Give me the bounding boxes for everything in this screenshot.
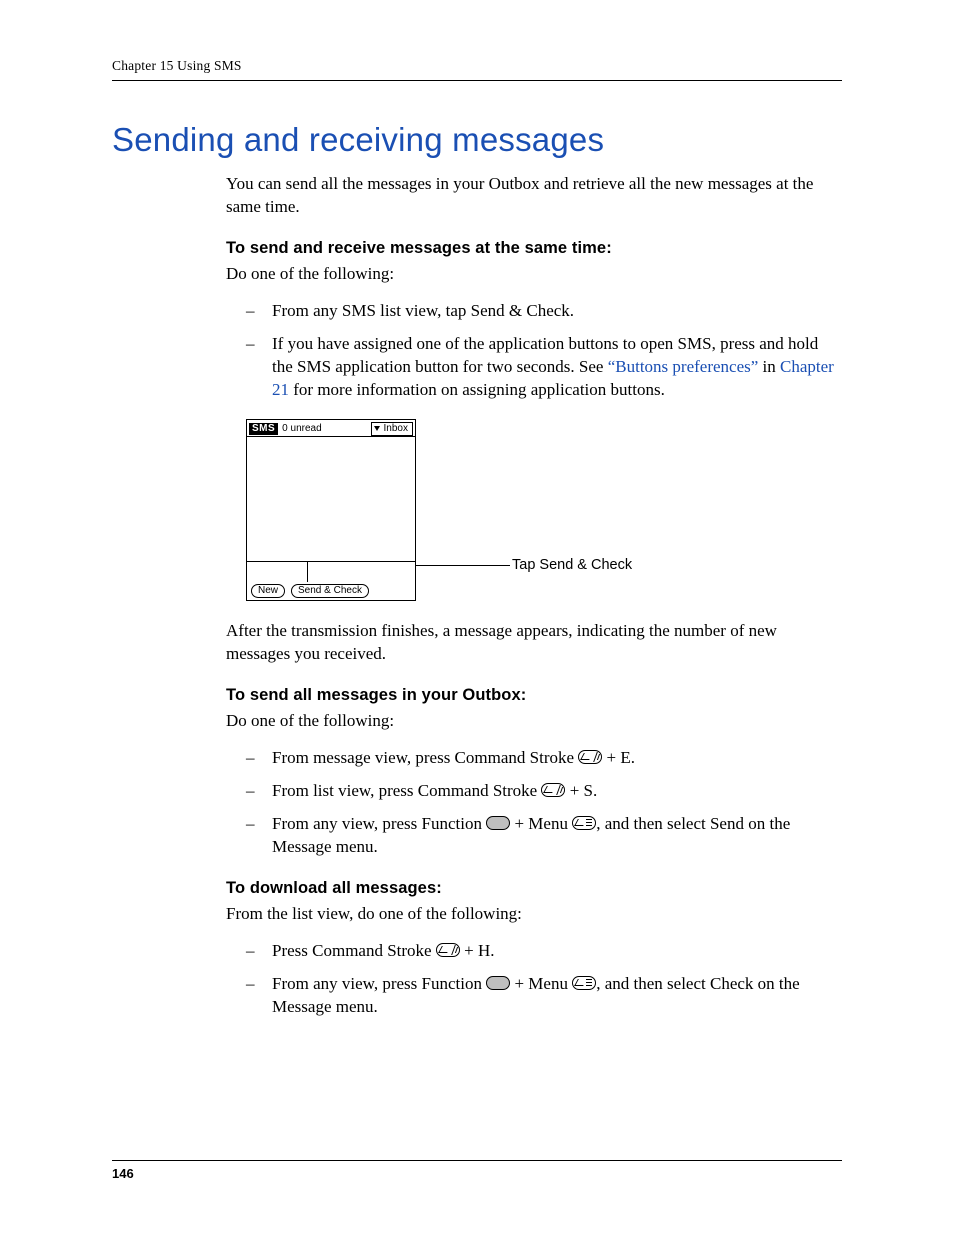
list-item-text: From message view, press Command Stroke xyxy=(272,748,578,767)
figure: SMS 0 unread Inbox New Send & Check Tap … xyxy=(246,420,842,600)
list-item: From message view, press Command Stroke … xyxy=(246,747,842,770)
list-item-text: + H. xyxy=(460,941,495,960)
list-item: From any SMS list view, tap Send & Check… xyxy=(246,300,842,323)
list-item-text: + Menu xyxy=(510,974,572,993)
new-button[interactable]: New xyxy=(251,584,285,598)
callout-label: Tap Send & Check xyxy=(512,556,632,576)
divider xyxy=(247,436,415,437)
footer-rule xyxy=(112,1160,842,1161)
list-item: From list view, press Command Stroke + S… xyxy=(246,780,842,803)
procedure-lead: Do one of the following: xyxy=(226,710,842,733)
list-item-text: + E. xyxy=(602,748,635,767)
list-item: From any view, press Function + Menu , a… xyxy=(246,973,842,1019)
command-stroke-icon xyxy=(436,943,460,957)
list-item-text: From list view, press Command Stroke xyxy=(272,781,541,800)
link-buttons-preferences[interactable]: “Buttons preferences” xyxy=(608,357,759,376)
status-area xyxy=(247,561,415,582)
list-item-text: + Menu xyxy=(510,814,572,833)
procedure-lead: Do one of the following: xyxy=(226,263,842,286)
procedure-lead: From the list view, do one of the follow… xyxy=(226,903,842,926)
section-title: Sending and receiving messages xyxy=(112,121,842,159)
menu-key-icon xyxy=(572,816,596,830)
intro-paragraph: You can send all the messages in your Ou… xyxy=(226,173,842,219)
list-item: Press Command Stroke + H. xyxy=(246,940,842,963)
folder-dropdown[interactable]: Inbox xyxy=(371,422,413,436)
list-item-text: for more information on assigning applic… xyxy=(289,380,665,399)
function-key-icon xyxy=(486,816,510,830)
list-item-text: in xyxy=(758,357,780,376)
command-stroke-icon xyxy=(541,783,565,797)
procedure-heading: To send and receive messages at the same… xyxy=(226,237,842,259)
list-item-text: + S. xyxy=(565,781,597,800)
unread-count: 0 unread xyxy=(282,423,321,435)
menu-key-icon xyxy=(572,976,596,990)
list-item: From any view, press Function + Menu , a… xyxy=(246,813,842,859)
callout-line xyxy=(415,565,510,566)
list-item: If you have assigned one of the applicat… xyxy=(246,333,842,402)
procedure-heading: To send all messages in your Outbox: xyxy=(226,684,842,706)
palm-screenshot: SMS 0 unread Inbox New Send & Check xyxy=(246,419,416,601)
running-header: Chapter 15 Using SMS xyxy=(112,58,842,81)
procedure-heading: To download all messages: xyxy=(226,877,842,899)
app-badge: SMS xyxy=(249,423,278,435)
send-and-check-button[interactable]: Send & Check xyxy=(291,584,369,598)
command-stroke-icon xyxy=(578,750,602,764)
page-number: 146 xyxy=(112,1166,134,1181)
function-key-icon xyxy=(486,976,510,990)
list-item-text: From any view, press Function xyxy=(272,974,486,993)
body-paragraph: After the transmission finishes, a messa… xyxy=(226,620,842,666)
list-item-text: Press Command Stroke xyxy=(272,941,436,960)
list-item-text: From any view, press Function xyxy=(272,814,486,833)
